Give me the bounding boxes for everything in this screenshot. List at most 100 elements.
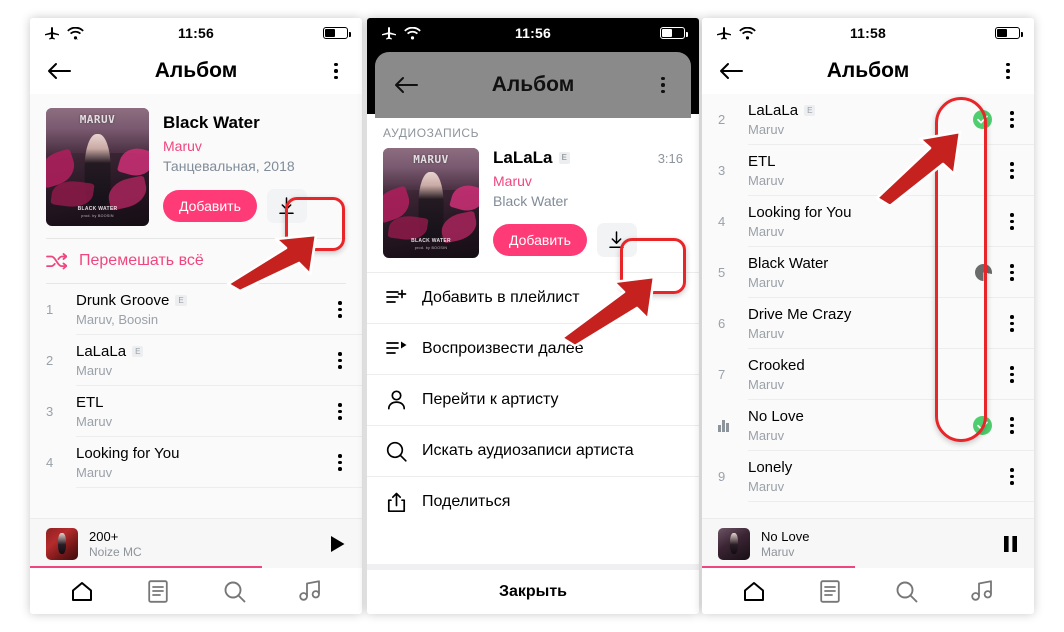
mini-player-title: 200+ [89,528,119,544]
album-artist[interactable]: Maruv [163,138,346,154]
table-row[interactable]: 3 ETL Maruv [30,386,362,437]
table-row[interactable]: Give Me Love (feat. De La G [702,502,1034,518]
sheet-track-title: LaLaLa [493,148,553,167]
mini-player[interactable]: 200+ Noize MC [30,518,362,568]
menu-item-label: Поделиться [422,493,511,510]
track-more-icon[interactable] [1002,467,1022,487]
track-number: 9 [718,469,726,484]
battery-icon [660,27,688,39]
tab-search[interactable] [217,577,251,605]
download-album-button[interactable] [266,189,307,224]
track-more-icon[interactable] [330,300,350,320]
now-playing-indicator [718,419,740,432]
table-row[interactable]: 4 Looking for You Maruv [702,196,1034,247]
track-more-icon[interactable] [1002,416,1022,436]
close-button[interactable]: Закрыть [367,564,699,614]
pause-icon[interactable] [1003,535,1018,553]
album-cover-art: MARUV BLACK WATER prod. by BOOSIN [46,108,149,226]
equalizer-icon [718,419,740,432]
more-vertical-icon[interactable] [653,75,673,95]
home-icon [72,582,92,601]
nav-bar: Альбом [702,48,1034,94]
table-row[interactable]: 3 ETL Maruv [702,145,1034,196]
page-title: Альбом [154,59,238,82]
nav-bar-dimmed: Альбом [375,52,691,118]
tab-bar [702,568,1034,614]
wifi-icon [67,26,84,40]
wifi-icon [404,26,421,39]
track-more-icon[interactable] [1002,263,1022,283]
track-more-icon[interactable] [1002,161,1022,181]
track-title: ETL [76,394,104,411]
mini-player-cover [718,527,750,560]
track-more-icon[interactable] [1002,212,1022,232]
music-icon [299,580,320,601]
menu-item-add-to-playlist[interactable]: Добавить в плейлист [367,272,699,323]
add-album-button[interactable]: Добавить [163,190,257,223]
sheet-track-artist[interactable]: Maruv [493,173,683,189]
menu-item-share[interactable]: Поделиться [367,476,699,527]
tab-list[interactable] [813,577,847,605]
person-icon [385,389,407,411]
page-title: Альбом [826,59,910,82]
track-number: 5 [718,265,726,280]
track-artist: Maruv [748,479,785,494]
table-row[interactable]: 7 Crooked Maruv [702,349,1034,400]
track-number: 7 [718,367,726,382]
more-vertical-icon[interactable] [998,61,1018,81]
phone-panel-downloads: 11:58 Альбом 2 LaLaLa E Maruv 3 ETL Maru… [702,18,1034,614]
track-cover-art: MARUV BLACK WATER prod. by BOOSIN [383,148,479,258]
mini-player[interactable]: No Love Maruv [702,518,1034,568]
mini-player-title: No Love [761,528,810,544]
table-row[interactable]: 6 Drive Me Crazy Maruv [702,298,1034,349]
track-title: Lonely [748,459,793,476]
play-icon[interactable] [330,535,346,553]
track-title: No Love [748,408,804,425]
back-arrow-icon[interactable] [718,61,744,81]
download-progress-icon [975,264,992,281]
track-more-icon[interactable] [1002,314,1022,334]
table-row[interactable]: 9 Lonely Maruv [702,451,1034,502]
table-row[interactable]: 2 LaLaLa E Maruv [702,94,1034,145]
more-vertical-icon[interactable] [326,61,346,81]
table-row[interactable]: 2 LaLaLa E Maruv [30,335,362,386]
tab-music[interactable] [965,577,999,605]
back-arrow-icon[interactable] [46,61,72,81]
menu-item-go-to-artist[interactable]: Перейти к артисту [367,374,699,425]
tab-home[interactable] [65,577,99,605]
airplane-mode-icon [382,26,396,39]
add-track-button[interactable]: Добавить [493,224,587,256]
track-more-icon[interactable] [1002,365,1022,385]
table-row[interactable]: 1 Drunk Groove E Maruv, Boosin [30,284,362,335]
track-title: Black Water [748,255,829,272]
track-title: LaLaLa [748,102,799,119]
page-title: Альбом [491,73,575,96]
track-artist: Maruv, Boosin [76,312,159,327]
shuffle-icon [46,252,67,269]
album-title: Black Water [163,113,260,132]
table-row[interactable]: 5 Black Water Maruv [702,247,1034,298]
tab-music[interactable] [293,577,327,605]
track-more-icon[interactable] [1002,110,1022,130]
table-row[interactable]: No Love Maruv [702,400,1034,451]
track-artist: Maruv [748,377,785,392]
menu-item-play-next[interactable]: Воспроизвести далее [367,323,699,374]
menu-item-search-artist-audio[interactable]: Искать аудиозаписи артиста [367,425,699,476]
sheet-section-label: АУДИОЗАПИСЬ [383,126,480,140]
phone-panel-album: 11:56 Альбом MARUV BLACK WATER prod. by … [30,18,362,614]
album-genre-year: Танцевальная, 2018 [163,158,295,175]
track-number: 1 [46,302,54,317]
cover-caption: BLACK WATER prod. by BOOSIN [77,206,118,218]
track-more-icon[interactable] [330,402,350,422]
shuffle-all-row[interactable]: Перемешать всё [30,239,362,283]
track-more-icon[interactable] [330,351,350,371]
table-row[interactable]: 4 Looking for You Maruv [30,437,362,488]
track-title: Drive Me Crazy [748,306,852,323]
share-icon [385,491,407,513]
back-arrow-icon[interactable] [393,75,419,95]
tab-search[interactable] [889,577,923,605]
track-more-icon[interactable] [330,453,350,473]
tab-home[interactable] [737,577,771,605]
download-track-button[interactable] [596,223,637,257]
tab-list[interactable] [141,577,175,605]
